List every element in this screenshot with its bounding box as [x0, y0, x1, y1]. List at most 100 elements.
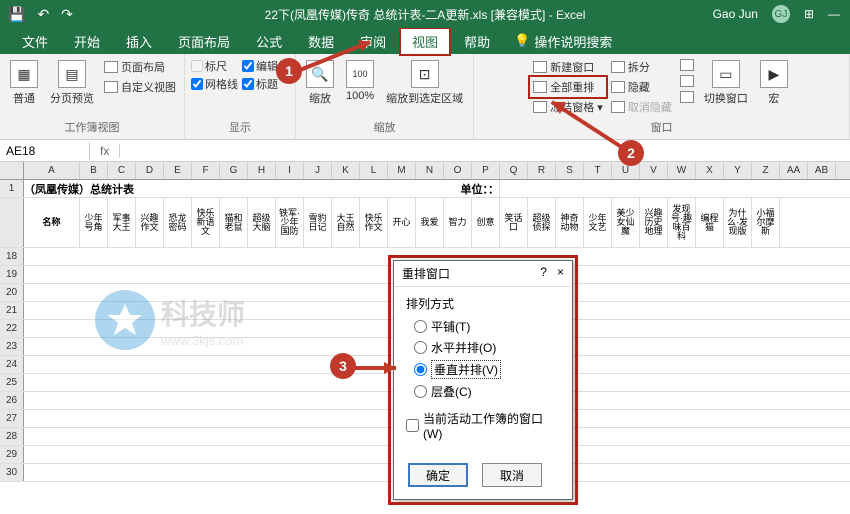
macros-button[interactable]: ▶宏 — [756, 58, 792, 108]
col-header[interactable]: D — [136, 162, 164, 179]
col-header[interactable]: B — [80, 162, 108, 179]
cell[interactable]: 超级侦探 — [528, 198, 556, 247]
cell[interactable]: 美少女仙魔 — [612, 198, 640, 247]
cell[interactable]: 单位：： — [220, 180, 500, 197]
cell[interactable]: 恐龙密码 — [164, 198, 192, 247]
switch-windows-button[interactable]: ▭切换窗口 — [700, 58, 752, 108]
col-header[interactable]: T — [584, 162, 612, 179]
radio-vertical[interactable]: 垂直并排(V) — [414, 360, 560, 379]
tab-review[interactable]: 审阅 — [348, 28, 398, 55]
col-header[interactable]: G — [220, 162, 248, 179]
undo-icon[interactable]: ↶ — [37, 6, 49, 23]
col-header[interactable]: C — [108, 162, 136, 179]
cell[interactable]: 猫和老鼠 — [220, 198, 248, 247]
row-header[interactable]: 28 — [0, 428, 24, 445]
row-header[interactable]: 18 — [0, 248, 24, 265]
tab-view[interactable]: 视图 — [400, 28, 450, 55]
tab-insert[interactable]: 插入 — [114, 28, 164, 55]
tab-data[interactable]: 数据 — [296, 28, 346, 55]
col-header[interactable]: Y — [724, 162, 752, 179]
minimize-icon[interactable]: — — [828, 7, 840, 21]
cell[interactable]: 笑话口 — [500, 198, 528, 247]
col-header[interactable]: AA — [780, 162, 808, 179]
col-header[interactable]: U — [612, 162, 640, 179]
row-header[interactable]: 24 — [0, 356, 24, 373]
cell[interactable]: 小福尔摩斯 — [752, 198, 780, 247]
cell[interactable]: （凤凰传媒）总统计表 — [24, 180, 220, 197]
cell[interactable]: 雪豹日记 — [304, 198, 332, 247]
col-header[interactable]: A — [24, 162, 80, 179]
ribbon-options-icon[interactable]: ⊞ — [804, 7, 814, 21]
radio-horizontal[interactable]: 水平并排(O) — [414, 339, 560, 356]
col-header[interactable]: AB — [808, 162, 836, 179]
col-header[interactable]: R — [528, 162, 556, 179]
cell[interactable]: 创意 — [472, 198, 500, 247]
tab-layout[interactable]: 页面布局 — [166, 28, 242, 55]
row-header[interactable]: 27 — [0, 410, 24, 427]
row-header[interactable]: 1 — [0, 180, 24, 197]
save-icon[interactable]: 💾 — [8, 6, 25, 23]
name-box[interactable]: AE18 — [0, 142, 90, 160]
cell[interactable]: 少年号角 — [80, 198, 108, 247]
cell[interactable]: 兴趣历史地理 — [640, 198, 668, 247]
col-header[interactable]: Q — [500, 162, 528, 179]
cell[interactable]: 发现号·趣味百科 — [668, 198, 696, 247]
split-button[interactable]: 拆分 — [609, 58, 674, 76]
help-icon[interactable]: ? — [540, 265, 547, 279]
col-header[interactable]: H — [248, 162, 276, 179]
ruler-checkbox[interactable]: 标尺 — [191, 58, 238, 74]
cell[interactable]: 快乐新语文 — [192, 198, 220, 247]
redo-icon[interactable]: ↷ — [61, 6, 73, 23]
col-header[interactable]: V — [640, 162, 668, 179]
tell-me[interactable]: 💡 操作说明搜索 — [514, 32, 612, 51]
cell[interactable]: 智力 — [444, 198, 472, 247]
col-header[interactable]: N — [416, 162, 444, 179]
radio-cascade[interactable]: 层叠(C) — [414, 383, 560, 400]
fx-icon[interactable]: fx — [90, 144, 120, 158]
new-window-button[interactable]: 新建窗口 — [531, 58, 605, 76]
col-header[interactable]: M — [388, 162, 416, 179]
cell[interactable]: 超级大脑 — [248, 198, 276, 247]
tab-help[interactable]: 帮助 — [452, 28, 502, 55]
custom-views-button[interactable]: 自定义视图 — [102, 78, 178, 96]
cell[interactable]: 兴趣作文 — [136, 198, 164, 247]
col-header[interactable]: F — [192, 162, 220, 179]
col-header[interactable]: P — [472, 162, 500, 179]
select-all-corner[interactable] — [0, 162, 24, 179]
normal-view-button[interactable]: ▦普通 — [6, 58, 42, 108]
col-header[interactable]: I — [276, 162, 304, 179]
cell[interactable]: 神奇动物 — [556, 198, 584, 247]
tab-formulas[interactable]: 公式 — [244, 28, 294, 55]
sync-scroll-icon[interactable] — [678, 74, 696, 88]
row-header[interactable]: 22 — [0, 320, 24, 337]
cell[interactable]: 编程猫 — [696, 198, 724, 247]
freeze-panes-button[interactable]: 冻结窗格 ▾ — [531, 98, 605, 116]
row-header[interactable]: 30 — [0, 464, 24, 481]
col-header[interactable]: O — [444, 162, 472, 179]
cell[interactable]: 为什么·发现版 — [724, 198, 752, 247]
radio-tile[interactable]: 平铺(T) — [414, 318, 560, 335]
formula-input[interactable] — [120, 149, 850, 153]
cell[interactable]: 名称 — [24, 198, 80, 247]
cell[interactable]: 开心 — [388, 198, 416, 247]
cell[interactable]: 快乐作文 — [360, 198, 388, 247]
zoom-100-button[interactable]: 100100% — [342, 58, 378, 104]
page-break-preview-button[interactable]: ▤分页预览 — [46, 58, 98, 108]
avatar[interactable]: GJ — [772, 5, 790, 23]
row-header[interactable]: 19 — [0, 266, 24, 283]
unhide-button[interactable]: 取消隐藏 — [609, 98, 674, 116]
row-header[interactable]: 26 — [0, 392, 24, 409]
col-header[interactable]: Z — [752, 162, 780, 179]
cell[interactable]: 军事大王 — [108, 198, 136, 247]
ok-button[interactable]: 确定 — [408, 463, 468, 487]
page-layout-button[interactable]: 页面布局 — [102, 58, 178, 76]
checkbox-active-workbook[interactable]: 当前活动工作簿的窗口(W) — [406, 410, 560, 441]
gridlines-checkbox[interactable]: 网格线 — [191, 76, 238, 92]
cell[interactable]: 我爱 — [416, 198, 444, 247]
row-header[interactable] — [0, 198, 24, 247]
cell[interactable]: 大王自然 — [332, 198, 360, 247]
row-header[interactable]: 29 — [0, 446, 24, 463]
col-header[interactable]: L — [360, 162, 388, 179]
headings-checkbox[interactable]: 标题 — [242, 76, 289, 92]
row-header[interactable]: 20 — [0, 284, 24, 301]
